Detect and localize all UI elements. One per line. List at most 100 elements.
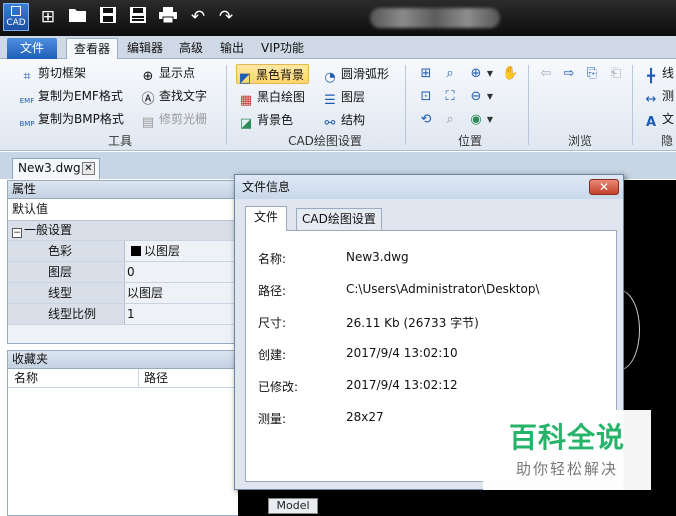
line-button[interactable]: ╋ 线 [643,63,674,84]
group-label-cad-settings: CAD绘图设置 [288,134,362,148]
smooth-arc-icon: ◔ [324,70,336,85]
dialog-tab-file[interactable]: 文件 [245,206,288,231]
collapse-icon[interactable]: − [12,228,22,238]
close-icon[interactable]: ✕ [82,162,95,175]
layers-button[interactable]: ☰ 图层 [322,87,366,108]
zoom-in-dropdown-icon[interactable]: ▼ [482,66,498,82]
property-group-general[interactable]: − 一般设置 [8,221,236,241]
favorites-header: 收藏夹 ⊓ [8,351,256,369]
watermark: 百科全说 助你轻松解决 [483,410,651,490]
info-value: 28x27 [346,410,384,424]
property-value[interactable]: 以图层 [124,241,236,261]
trim-raster-label: 修剪光栅 [159,112,208,126]
copy-bmp-button[interactable]: BMP 复制为BMP格式 [19,109,123,129]
group-label-tools: 工具 [107,134,132,148]
zoom-out-dropdown-icon[interactable]: ▼ [482,89,498,105]
property-row[interactable]: 图层 0 [8,262,236,283]
black-white-button[interactable]: ▦ 黑白绘图 [238,87,306,108]
previous-view-icon[interactable]: ⌕ [442,112,458,128]
tab-editor[interactable]: 编辑器 [120,38,170,59]
close-icon[interactable]: ✕ [589,179,619,195]
layout-icon[interactable]: ⊞ [418,66,434,82]
trim-raster-button[interactable]: ▤ 修剪光栅 [140,109,208,130]
tab-viewer[interactable]: 查看器 [66,38,119,59]
save-icon[interactable] [97,6,119,28]
info-key: 创建: [258,348,287,362]
tab-advanced[interactable]: 高级 [172,38,210,59]
rotate-icon[interactable]: ⟲ [418,112,434,128]
model-tab[interactable]: Model [268,498,318,514]
fit-icon[interactable]: ⊡ [418,89,434,105]
info-key: 尺寸: [258,316,287,330]
show-points-button[interactable]: ⊕ 显示点 [140,63,195,84]
smooth-arc-button[interactable]: ◔ 圆滑弧形 [322,64,389,85]
info-value: 2017/9/4 13:02:12 [346,378,458,392]
orbit-dropdown-icon[interactable]: ▼ [482,112,498,128]
document-tab[interactable]: New3.dwg ✕ [12,158,100,179]
color-swatch [131,246,141,256]
property-name: 线型 [48,286,73,300]
properties-panel: 属性 默认值 − 一般设置 色彩 以图层 图层 0 线型 以图层 线型比例 1 [7,180,237,344]
zoom-extents-icon[interactable]: ⛶ [442,89,458,105]
group-separator [528,65,529,145]
black-background-icon: ◩ [238,71,252,86]
forward-arrow-icon[interactable]: ⇨ [561,66,577,82]
clip-frame-button[interactable]: ⌗ 剪切框架 [19,63,86,84]
info-key: 路径: [258,284,287,298]
property-row[interactable]: 线型 以图层 [8,283,236,304]
tab-vip[interactable]: VIP功能 [254,38,311,59]
dialog-title-bar[interactable]: 文件信息 ✕ [235,175,623,199]
open-folder-icon[interactable] [67,6,89,28]
find-text-icon: Ⓐ [141,92,155,107]
property-group-label: 一般设置 [24,223,73,237]
property-value-text: 以图层 [144,244,181,258]
properties-default-dropdown[interactable]: 默认值 [8,199,236,221]
new-icon[interactable]: ⊞ [37,6,59,28]
copy-disabled-icon[interactable]: ⎗ [608,66,624,82]
black-white-icon: ▦ [239,93,253,108]
app-logo-text: CAD [6,18,26,28]
property-name: 线型比例 [48,307,97,321]
property-value[interactable]: 0 [124,262,236,282]
print-icon[interactable] [157,6,179,28]
column-header-name[interactable]: 名称 [14,369,38,387]
pan-hand-icon[interactable]: ✋ [502,66,518,82]
redo-icon[interactable]: ↷ [215,6,237,28]
black-background-button[interactable]: ◩ 黑色背景 [236,64,310,86]
info-value: 26.11 Kb (26733 字节) [346,316,479,330]
black-white-label: 黑白绘图 [257,90,306,104]
group-label-hide: 隐 [660,134,673,148]
text-label: 文 [662,112,675,126]
property-value[interactable]: 1 [124,304,236,324]
group-label-position: 位置 [457,134,482,148]
save-as-icon[interactable] [127,6,149,28]
window-title-blurred [370,8,500,28]
back-arrow-icon[interactable]: ⇦ [538,66,554,82]
column-header-path[interactable]: 路径 [138,369,168,387]
info-value: 2017/9/4 13:02:10 [346,346,458,360]
line-icon: ╋ [647,69,655,84]
background-color-button[interactable]: ◪ 背景色 [238,110,293,131]
layers-icon: ☰ [324,93,336,108]
group-separator [632,65,633,145]
property-row[interactable]: 色彩 以图层 [8,241,236,262]
property-row[interactable]: 线型比例 1 [8,304,236,325]
dialog-tab-cad-settings[interactable]: CAD绘图设置 [296,208,382,230]
structure-button[interactable]: ⚯ 结构 [322,110,365,131]
app-logo-square [11,6,21,16]
tab-output[interactable]: 输出 [213,38,251,59]
dialog-title: 文件信息 [242,180,291,194]
find-text-button[interactable]: Ⓐ 查找文字 [140,86,207,107]
copy-emf-button[interactable]: EMF 复制为EMF格式 [19,86,123,106]
layers-label: 图层 [341,90,366,104]
zoom-window-icon[interactable]: ⌕ [442,66,458,82]
property-value[interactable]: 以图层 [124,283,236,303]
crop-icon: ⌗ [23,69,31,84]
group-separator [405,65,406,145]
tab-file[interactable]: 文件 [7,38,57,59]
app-logo[interactable]: CAD [3,3,29,31]
undo-icon[interactable]: ↶ [187,6,209,28]
measure-button[interactable]: ↔ 测 [643,86,674,107]
text-button[interactable]: A文 [643,109,675,130]
export-icon[interactable]: ⎘ [584,66,600,82]
